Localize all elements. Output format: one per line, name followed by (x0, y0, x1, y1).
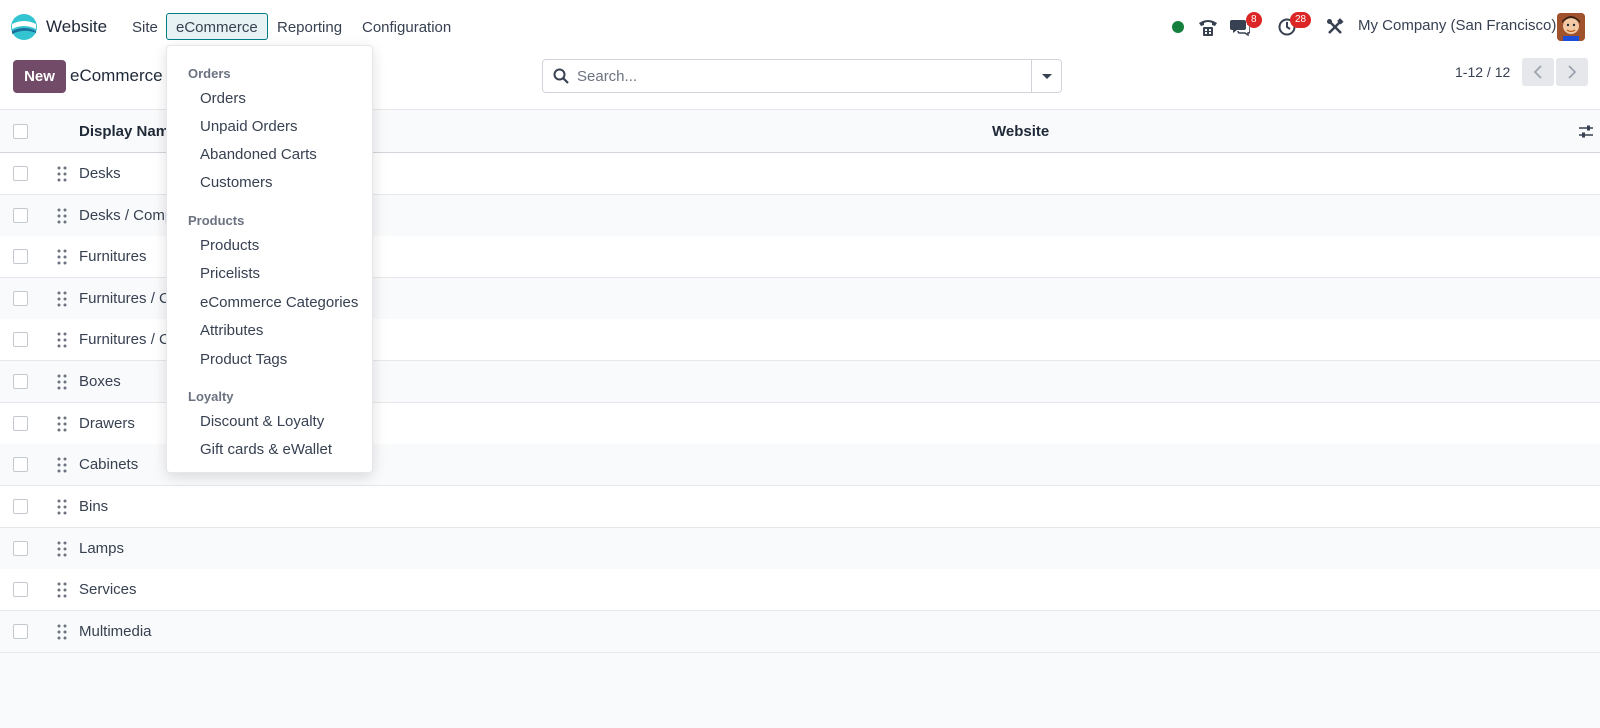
column-website[interactable]: Website (992, 123, 1049, 140)
dropdown-section-loyalty: Loyalty (188, 389, 234, 404)
drag-handle-icon[interactable] (57, 208, 67, 224)
app-brand[interactable]: Website (10, 13, 107, 41)
phone-button[interactable] (1196, 14, 1220, 40)
website-app-icon (11, 14, 37, 40)
dropdown-section-products: Products (188, 213, 245, 228)
search-options-toggle[interactable] (1031, 60, 1061, 92)
row-checkbox[interactable] (13, 166, 28, 181)
row-display-name: Drawers (79, 415, 135, 432)
search-input[interactable] (577, 66, 1017, 86)
row-checkbox[interactable] (13, 332, 28, 347)
row-checkbox[interactable] (13, 291, 28, 306)
row-checkbox[interactable] (13, 208, 28, 223)
user-avatar-icon (1557, 13, 1585, 41)
row-checkbox[interactable] (13, 499, 28, 514)
row-display-name: Desks (79, 165, 121, 182)
row-checkbox[interactable] (13, 541, 28, 556)
menu-reporting[interactable]: Reporting (267, 13, 352, 40)
pager-previous-button[interactable] (1522, 58, 1554, 86)
table-row[interactable]: Bins (0, 486, 1600, 528)
drag-handle-icon[interactable] (57, 416, 67, 432)
app-name: Website (46, 17, 108, 36)
presence-status[interactable] (1170, 14, 1186, 40)
row-checkbox[interactable] (13, 249, 28, 264)
row-checkbox[interactable] (13, 582, 28, 597)
drag-handle-icon[interactable] (57, 624, 67, 640)
debug-tools-button[interactable] (1325, 14, 1345, 40)
activities-badge: 28 (1290, 12, 1312, 28)
ecommerce-dropdown-menu: Orders Orders Unpaid Orders Abandoned Ca… (166, 45, 373, 473)
new-button[interactable]: New (13, 60, 66, 93)
messages-button[interactable]: 8 (1230, 12, 1266, 40)
row-display-name: Lamps (79, 540, 125, 557)
menu-configuration[interactable]: Configuration (352, 13, 461, 40)
table-row[interactable]: Lamps (0, 528, 1600, 570)
company-switcher[interactable]: My Company (San Francisco) (1358, 17, 1556, 34)
drag-handle-icon[interactable] (57, 332, 67, 348)
dropdown-item-product-tags[interactable]: Product Tags (200, 351, 287, 368)
row-display-name: Boxes (79, 373, 121, 390)
drag-handle-icon[interactable] (57, 582, 67, 598)
drag-handle-icon[interactable] (57, 499, 67, 515)
row-display-name: Desks / Comp (79, 207, 174, 224)
row-checkbox[interactable] (13, 416, 28, 431)
dropdown-item-pricelists[interactable]: Pricelists (200, 265, 260, 282)
row-display-name: Furnitures / C (79, 290, 170, 307)
user-avatar[interactable] (1557, 13, 1585, 41)
menu-site[interactable]: Site (122, 13, 168, 40)
pager-value[interactable]: 1-12 / 12 (1455, 64, 1510, 80)
row-display-name: Multimedia (79, 623, 152, 640)
dropdown-item-unpaid-orders[interactable]: Unpaid Orders (200, 118, 298, 135)
chevron-left-icon (1533, 65, 1542, 79)
dropdown-item-ecommerce-categories[interactable]: eCommerce Categories (200, 294, 358, 311)
breadcrumb: eCommerce (70, 66, 163, 85)
row-display-name: Furnitures (79, 248, 147, 265)
search-icon (553, 68, 569, 84)
dropdown-item-discount-loyalty[interactable]: Discount & Loyalty (200, 413, 324, 430)
drag-handle-icon[interactable] (57, 457, 67, 473)
search-bar (542, 59, 1062, 93)
table-row[interactable]: Multimedia (0, 611, 1600, 653)
online-status-icon (1172, 21, 1184, 33)
drag-handle-icon[interactable] (57, 166, 67, 182)
activities-button[interactable]: 28 (1278, 12, 1320, 40)
dropdown-item-gift-cards-ewallet[interactable]: Gift cards & eWallet (200, 441, 332, 458)
dropdown-item-customers[interactable]: Customers (200, 174, 273, 191)
row-display-name: Services (79, 581, 137, 598)
drag-handle-icon[interactable] (57, 541, 67, 557)
table-row[interactable]: Services (0, 569, 1600, 611)
tools-icon (1327, 18, 1344, 34)
phone-icon (1199, 20, 1217, 36)
row-checkbox[interactable] (13, 624, 28, 639)
optional-columns-icon[interactable] (1578, 124, 1594, 140)
row-display-name: Bins (79, 498, 109, 515)
dropdown-item-abandoned-carts[interactable]: Abandoned Carts (200, 146, 317, 163)
dropdown-item-orders[interactable]: Orders (200, 90, 246, 107)
menu-ecommerce[interactable]: eCommerce (166, 13, 268, 40)
dropdown-item-products[interactable]: Products (200, 237, 259, 254)
chevron-right-icon (1568, 65, 1577, 79)
row-checkbox[interactable] (13, 457, 28, 472)
row-checkbox[interactable] (13, 374, 28, 389)
pager-next-button[interactable] (1556, 58, 1588, 86)
dropdown-item-attributes[interactable]: Attributes (200, 322, 263, 339)
column-display-name[interactable]: Display Name (79, 123, 177, 140)
caret-down-icon (1042, 74, 1052, 79)
row-display-name: Cabinets (79, 456, 139, 473)
row-display-name: Furnitures / C (79, 331, 170, 348)
dropdown-section-orders: Orders (188, 66, 231, 81)
select-all-checkbox[interactable] (13, 124, 28, 139)
messages-badge: 8 (1246, 12, 1262, 28)
drag-handle-icon[interactable] (57, 374, 67, 390)
drag-handle-icon[interactable] (57, 291, 67, 307)
drag-handle-icon[interactable] (57, 249, 67, 265)
